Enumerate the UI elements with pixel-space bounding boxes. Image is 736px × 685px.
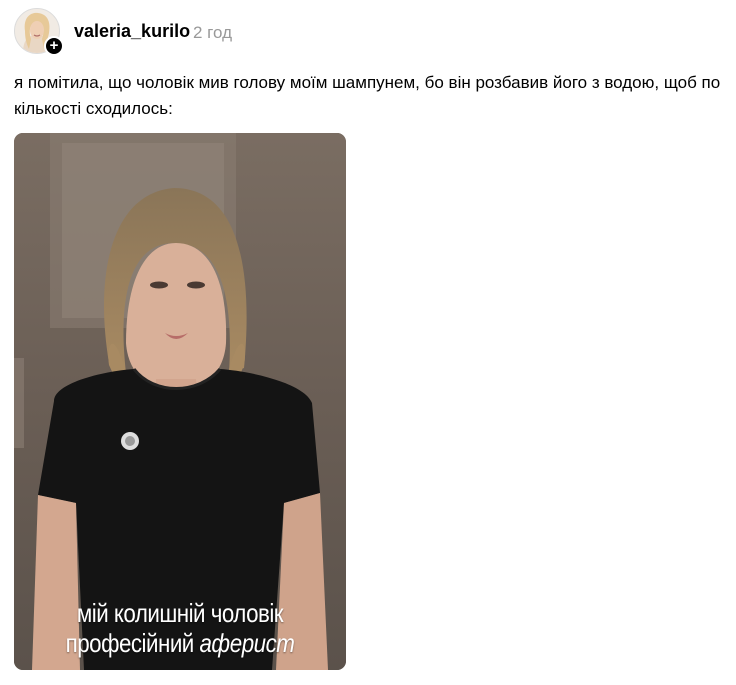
- overlay-line-1: мій колишній чоловік: [76, 598, 284, 628]
- timestamp: 2 год: [193, 23, 233, 42]
- post-header: + valeria_kurilo 2 год: [14, 8, 714, 56]
- username[interactable]: valeria_kurilo: [74, 21, 190, 42]
- video-thumbnail[interactable]: мій колишній чоловік професійний аферист: [14, 133, 346, 670]
- overlay-line-2-plain: професійний: [65, 628, 195, 658]
- follow-button[interactable]: +: [44, 36, 64, 56]
- overlay-line-2-italic: аферист: [199, 628, 295, 658]
- video-frame-image: [14, 133, 346, 670]
- overlay-line-2: професійний аферист: [37, 628, 323, 658]
- avatar-container[interactable]: +: [14, 8, 64, 56]
- post-caption: я помітила, що чоловік мив голову моїм ш…: [14, 73, 721, 118]
- video-overlay-text: мій колишній чоловік професійний аферист: [14, 598, 346, 658]
- plus-icon: +: [49, 37, 59, 54]
